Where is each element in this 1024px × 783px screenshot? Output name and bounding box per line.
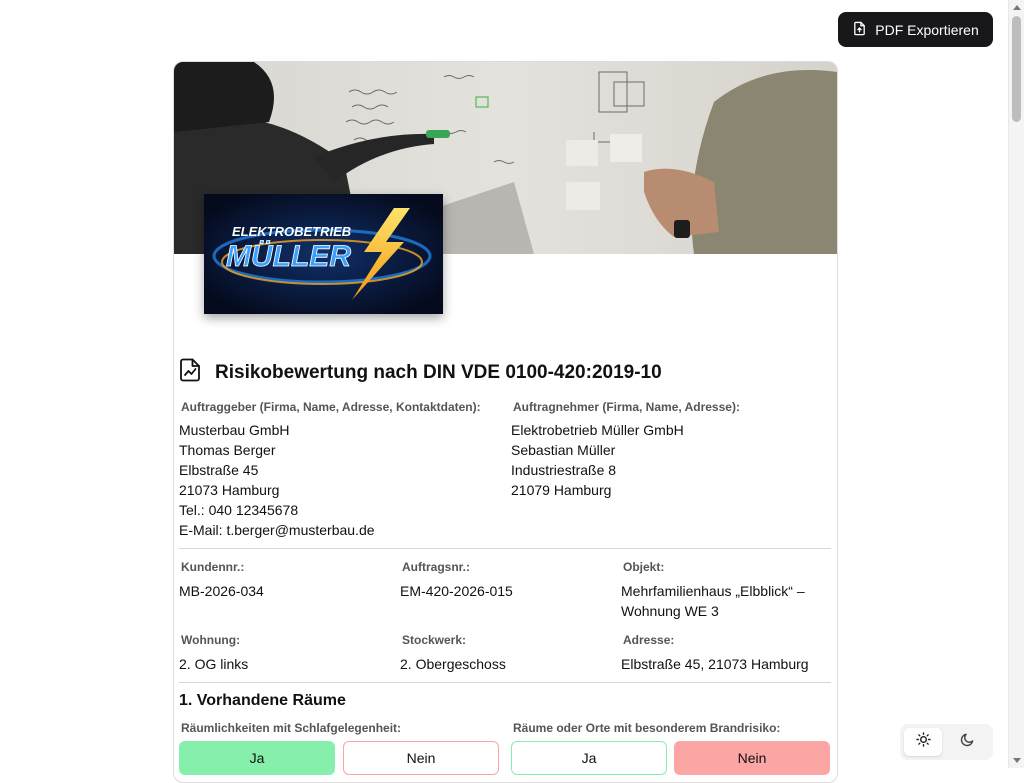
client-line: Musterbau GmbH xyxy=(179,422,290,438)
theme-toggle xyxy=(900,724,993,760)
objekt-value: Mehrfamilienhaus „Elbblick“ – Wohnung WE… xyxy=(621,581,805,621)
sleeping-rooms-no-button[interactable]: Nein xyxy=(343,741,499,775)
svg-text:ELEKTROBETRIEB: ELEKTROBETRIEB xyxy=(232,224,351,239)
scroll-up-arrow-icon[interactable] xyxy=(1013,5,1021,10)
wohnung-label: Wohnung: xyxy=(181,633,241,647)
fire-risk-yes-button[interactable]: Ja xyxy=(511,741,667,775)
scroll-down-arrow-icon[interactable] xyxy=(1013,758,1021,763)
sleeping-rooms-yes-button[interactable]: Ja xyxy=(179,741,335,775)
file-export-icon xyxy=(852,21,867,39)
auftragsnr-value: EM-420-2026-015 xyxy=(400,583,513,599)
divider xyxy=(179,682,831,683)
moon-icon xyxy=(960,732,975,752)
client-line: Thomas Berger xyxy=(179,442,276,458)
fire-risk-no-button[interactable]: Nein xyxy=(674,741,830,775)
client-line: Elbstraße 45 xyxy=(179,462,259,478)
sun-icon xyxy=(915,732,931,752)
company-logo: ELEKTROBETRIEB MÜLLER xyxy=(204,194,443,314)
file-chart-icon xyxy=(179,358,201,387)
scrollbar-thumb[interactable] xyxy=(1012,16,1021,122)
svg-text:MÜLLER: MÜLLER xyxy=(226,240,351,273)
contractor-details: Elektrobetrieb Müller GmbH Sebastian Mül… xyxy=(511,420,684,500)
pdf-export-label: PDF Exportieren xyxy=(875,21,979,38)
fire-risk-rooms-label: Räume oder Orte mit besonderem Brandrisi… xyxy=(513,721,781,735)
document-card: ELEKTROBETRIEB MÜLLER Risikobewertung na… xyxy=(173,61,838,783)
pdf-export-button[interactable]: PDF Exportieren xyxy=(838,12,993,47)
option-label: Nein xyxy=(737,750,767,766)
adresse-label: Adresse: xyxy=(623,633,675,647)
stockwerk-value: 2. Obergeschoss xyxy=(400,656,506,672)
option-label: Ja xyxy=(249,750,265,766)
client-line: E-Mail: t.berger@musterbau.de xyxy=(179,522,375,538)
sleeping-rooms-label: Räumlichkeiten mit Schlafgelegenheit: xyxy=(181,721,402,735)
option-label: Nein xyxy=(406,750,436,766)
document-title-row: Risikobewertung nach DIN VDE 0100-420:20… xyxy=(179,358,662,387)
divider xyxy=(179,548,831,549)
contractor-line: Industriestraße 8 xyxy=(511,462,617,478)
objekt-line: Wohnung WE 3 xyxy=(621,603,719,619)
objekt-line: Mehrfamilienhaus „Elbblick“ – xyxy=(621,583,805,599)
contractor-line: Elektrobetrieb Müller GmbH xyxy=(511,422,684,438)
adresse-value: Elbstraße 45, 21073 Hamburg xyxy=(621,656,809,672)
objekt-label: Objekt: xyxy=(623,560,665,574)
wohnung-value: 2. OG links xyxy=(179,656,249,672)
kundennr-label: Kundennr.: xyxy=(181,560,245,574)
kundennr-value: MB-2026-034 xyxy=(179,583,264,599)
page-scrollbar[interactable] xyxy=(1008,0,1024,768)
page-title: Risikobewertung nach DIN VDE 0100-420:20… xyxy=(215,361,662,383)
stockwerk-label: Stockwerk: xyxy=(402,633,467,647)
client-line: Tel.: 040 12345678 xyxy=(179,502,299,518)
option-label: Ja xyxy=(581,750,597,766)
section-title: 1. Vorhandene Räume xyxy=(179,692,346,709)
client-line: 21073 Hamburg xyxy=(179,482,280,498)
contractor-label: Auftragnehmer (Firma, Name, Adresse): xyxy=(513,400,740,414)
auftragsnr-label: Auftragsnr.: xyxy=(402,560,471,574)
client-label: Auftraggeber (Firma, Name, Adresse, Kont… xyxy=(181,400,481,414)
dark-theme-button[interactable] xyxy=(948,728,986,756)
contractor-line: Sebastian Müller xyxy=(511,442,616,458)
contractor-line: 21079 Hamburg xyxy=(511,482,612,498)
light-theme-button[interactable] xyxy=(904,728,942,756)
client-details: Musterbau GmbH Thomas Berger Elbstraße 4… xyxy=(179,420,375,540)
